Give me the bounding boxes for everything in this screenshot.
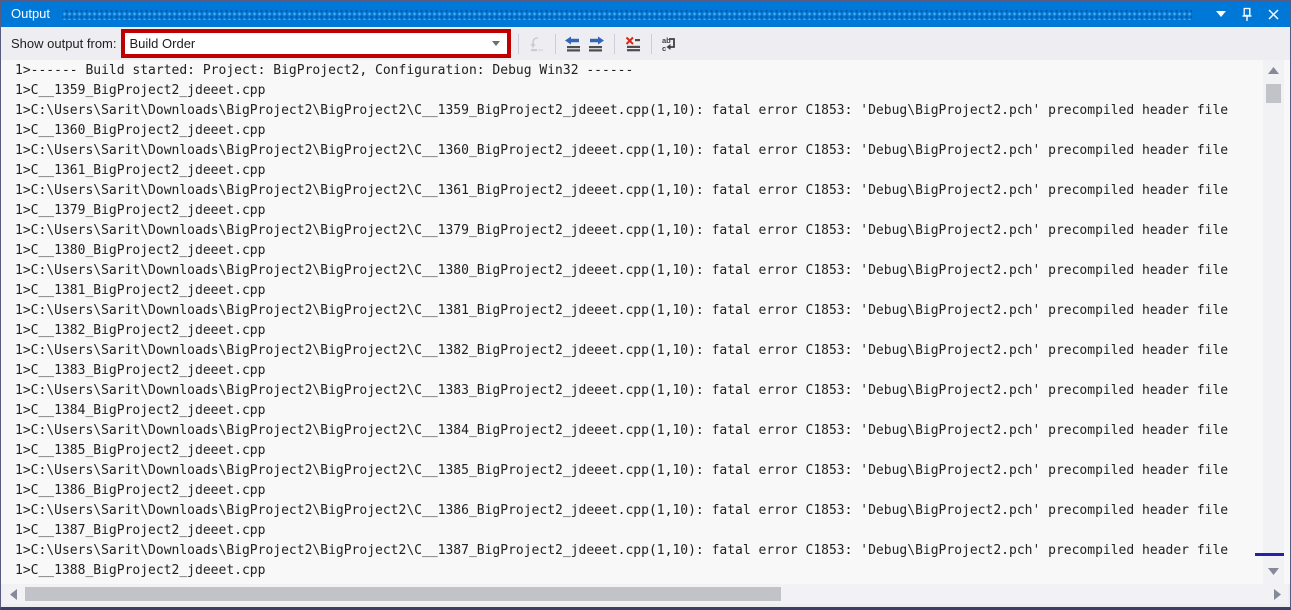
- output-tool-window: Output: [0, 0, 1291, 610]
- window-position-button[interactable]: [1212, 5, 1230, 23]
- close-icon: [1268, 9, 1279, 20]
- horizontal-scroll-thumb[interactable]: [25, 587, 781, 601]
- next-message-button[interactable]: [585, 33, 607, 55]
- scroll-down-button[interactable]: [1263, 563, 1284, 580]
- show-output-from-label: Show output from:: [11, 36, 117, 51]
- output-line: 1>C:\Users\Sarit\Downloads\BigProject2\B…: [15, 541, 1263, 561]
- find-message-in-code-button[interactable]: [526, 33, 548, 55]
- output-line: 1>C__1360_BigProject2_jdeeet.cpp: [15, 121, 1263, 141]
- output-text-pane[interactable]: 1>------ Build started: Project: BigProj…: [1, 60, 1263, 584]
- output-line: 1>C__1380_BigProject2_jdeeet.cpp: [15, 241, 1263, 261]
- output-line: 1>C:\Users\Sarit\Downloads\BigProject2\B…: [15, 501, 1263, 521]
- output-line: 1>C__1361_BigProject2_jdeeet.cpp: [15, 161, 1263, 181]
- output-line: 1>C__1384_BigProject2_jdeeet.cpp: [15, 401, 1263, 421]
- output-line: 1>C__1388_BigProject2_jdeeet.cpp: [15, 561, 1263, 581]
- output-toolbar: Show output from: Build Order: [1, 27, 1290, 60]
- toolbar-separator: [651, 34, 652, 54]
- output-line: 1>C__1385_BigProject2_jdeeet.cpp: [15, 441, 1263, 461]
- pin-icon: [1241, 7, 1253, 21]
- word-wrap-icon: ab c: [661, 36, 678, 52]
- output-line: 1>C__1383_BigProject2_jdeeet.cpp: [15, 361, 1263, 381]
- output-line: 1>C:\Users\Sarit\Downloads\BigProject2\B…: [15, 381, 1263, 401]
- window-bottom-gap: [1, 604, 1290, 607]
- output-line: 1>C__1386_BigProject2_jdeeet.cpp: [15, 481, 1263, 501]
- scroll-up-button[interactable]: [1263, 62, 1284, 79]
- output-line: 1>C__1387_BigProject2_jdeeet.cpp: [15, 521, 1263, 541]
- auto-hide-pin-button[interactable]: [1238, 5, 1256, 23]
- show-output-from-combobox[interactable]: Build Order: [125, 33, 507, 54]
- toggle-word-wrap-button[interactable]: ab c: [659, 33, 681, 55]
- output-line: 1>C:\Users\Sarit\Downloads\BigProject2\B…: [15, 461, 1263, 481]
- find-message-in-code-icon: [529, 36, 545, 52]
- combobox-dropdown-arrow-icon[interactable]: [485, 41, 507, 46]
- scroll-left-button[interactable]: [5, 584, 22, 604]
- output-line: 1>C__1382_BigProject2_jdeeet.cpp: [15, 321, 1263, 341]
- clear-all-icon: [625, 36, 641, 52]
- next-message-icon: [587, 36, 604, 52]
- output-line: 1>C__1381_BigProject2_jdeeet.cpp: [15, 281, 1263, 301]
- titlebar-drag-grip[interactable]: [62, 10, 1192, 20]
- output-line: 1>C__1379_BigProject2_jdeeet.cpp: [15, 201, 1263, 221]
- output-line: 1>C:\Users\Sarit\Downloads\BigProject2\B…: [15, 101, 1263, 121]
- output-line: 1>C:\Users\Sarit\Downloads\BigProject2\B…: [15, 341, 1263, 361]
- vertical-scrollbar[interactable]: [1263, 60, 1284, 584]
- combobox-selected-value: Build Order: [130, 36, 485, 51]
- toolbar-separator: [614, 34, 615, 54]
- output-line: 1>C:\Users\Sarit\Downloads\BigProject2\B…: [15, 181, 1263, 201]
- clear-all-button[interactable]: [622, 33, 644, 55]
- titlebar[interactable]: Output: [1, 1, 1290, 27]
- previous-message-icon: [565, 36, 582, 52]
- output-line: 1>------ Build started: Project: BigProj…: [15, 61, 1263, 81]
- output-line: 1>C:\Users\Sarit\Downloads\BigProject2\B…: [15, 301, 1263, 321]
- toolbar-separator: [518, 34, 519, 54]
- output-line: 1>C__1359_BigProject2_jdeeet.cpp: [15, 81, 1263, 101]
- output-line: 1>C:\Users\Sarit\Downloads\BigProject2\B…: [15, 141, 1263, 161]
- scroll-right-button[interactable]: [1269, 584, 1286, 604]
- window-title: Output: [11, 1, 50, 27]
- previous-message-button[interactable]: [563, 33, 585, 55]
- close-button[interactable]: [1264, 5, 1282, 23]
- horizontal-scrollbar[interactable]: [3, 584, 1288, 604]
- output-content-row: 1>------ Build started: Project: BigProj…: [1, 60, 1290, 584]
- svg-text:c: c: [662, 44, 666, 52]
- output-line: 1>C:\Users\Sarit\Downloads\BigProject2\B…: [15, 421, 1263, 441]
- output-line: 1>C:\Users\Sarit\Downloads\BigProject2\B…: [15, 221, 1263, 241]
- output-lines: 1>------ Build started: Project: BigProj…: [15, 61, 1263, 584]
- output-line: 1>C:\Users\Sarit\Downloads\BigProject2\B…: [15, 261, 1263, 281]
- toolbar-separator: [555, 34, 556, 54]
- chevron-down-icon: [1216, 11, 1226, 17]
- red-annotation-box: Build Order: [121, 29, 511, 58]
- vertical-scroll-thumb[interactable]: [1266, 84, 1281, 103]
- caret-position-marker: [1255, 553, 1284, 556]
